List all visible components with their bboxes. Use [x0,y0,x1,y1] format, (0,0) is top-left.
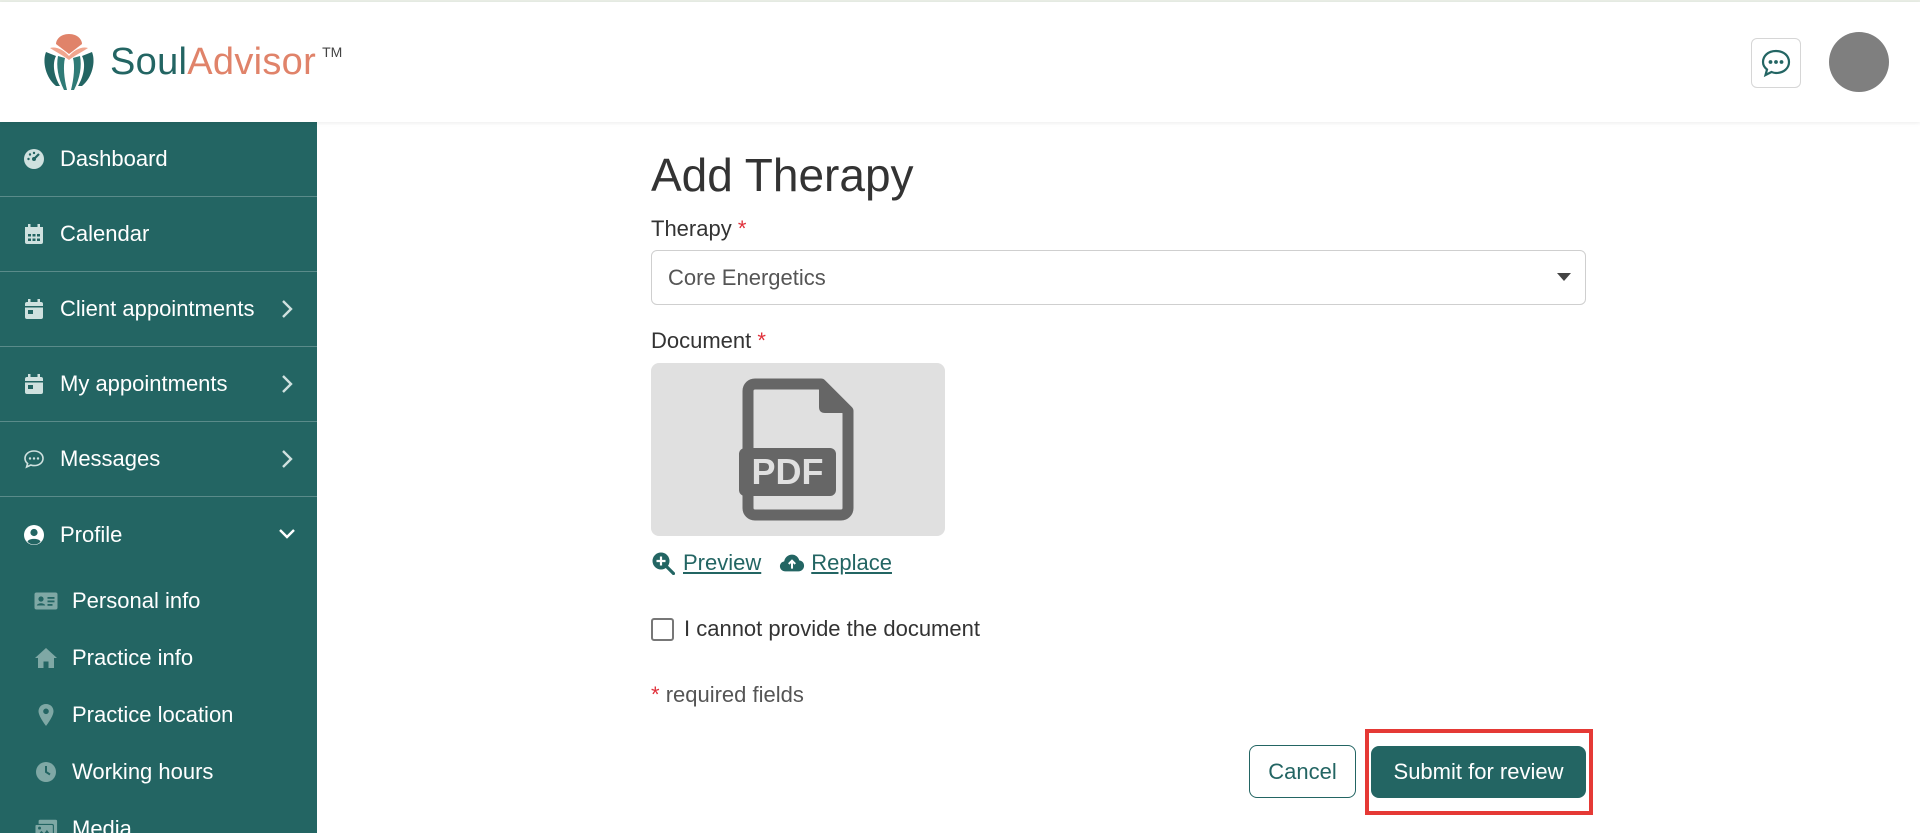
caret-down-icon [1557,273,1571,281]
images-icon [34,817,58,833]
sidebar-subitem-practice-info[interactable]: Practice info [0,629,317,686]
sidebar-subitem-label: Practice location [72,701,234,727]
sidebar-subitem-media[interactable]: Media [0,800,317,833]
sidebar-item-label: Profile [60,521,123,547]
chevron-right-icon [282,375,293,393]
chat-bubble-icon [1761,49,1791,78]
required-asterisk: * [651,682,660,707]
sidebar-subitem-personal-info[interactable]: Personal info [0,572,317,629]
zoom-in-icon [651,551,677,575]
sidebar-item-profile[interactable]: Profile [0,497,317,572]
required-asterisk: * [757,328,766,353]
sidebar-subitem-label: Working hours [72,758,214,784]
therapy-label-text: Therapy [651,216,732,241]
brand-name-part2: Advisor [187,41,317,83]
home-icon [34,646,58,670]
sidebar-item-label: Calendar [60,221,150,246]
sidebar-subitem-label: Personal info [72,587,201,613]
sidebar-item-client-appointments[interactable]: Client appointments [0,272,317,347]
clock-icon [34,760,58,784]
trademark: TM [322,44,343,60]
required-asterisk: * [737,216,747,241]
chat-icon [22,447,46,471]
calendar-day-icon [22,297,46,321]
chevron-down-icon [279,529,295,539]
sidebar-item-label: Client appointments [60,296,255,321]
pdf-file-icon: PDF [739,378,854,521]
sidebar-item-label: My appointments [60,371,228,396]
map-pin-icon [34,703,58,727]
avatar[interactable] [1829,32,1889,92]
sidebar-subitem-label: Practice info [72,644,194,670]
document-thumbnail[interactable]: PDF [651,363,945,536]
calendar-icon [22,222,46,246]
sidebar-subitem-label: Media [72,815,132,833]
no-document-checkbox[interactable] [651,617,674,641]
replace-link[interactable]: Replace [779,550,892,576]
therapy-label: Therapy * [651,216,746,242]
sidebar: Dashboard Calendar Client appointments M… [0,122,317,833]
required-fields-text: required fields [665,682,804,707]
brand-name-part1: Soul [110,41,188,83]
cloud-upload-icon [779,551,805,575]
dashboard-gauge-icon [22,147,46,171]
sidebar-item-my-appointments[interactable]: My appointments [0,347,317,422]
sidebar-item-messages[interactable]: Messages [0,422,317,497]
page-title: Add Therapy [651,149,914,201]
chevron-right-icon [282,300,293,318]
cancel-button[interactable]: Cancel [1249,745,1356,798]
id-card-icon [34,589,58,613]
sidebar-item-calendar[interactable]: Calendar [0,197,317,272]
calendar-day-icon [22,372,46,396]
document-actions: Preview Replace [651,550,910,576]
document-label: Document * [651,328,766,354]
pdf-badge-text: PDF [752,451,824,492]
preview-link[interactable]: Preview [651,550,761,576]
chevron-right-icon [282,450,293,468]
no-document-label: I cannot provide the document [684,616,980,641]
document-label-text: Document [651,328,752,353]
brand-logo[interactable]: SoulAdvisor TM [38,30,342,94]
chat-button[interactable] [1751,38,1801,88]
no-document-option[interactable]: I cannot provide the document [651,616,980,642]
required-fields-note: * required fields [651,682,804,708]
soul-advisor-logo-icon [44,34,94,90]
sidebar-item-dashboard[interactable]: Dashboard [0,122,317,197]
app-header: SoulAdvisor TM [0,2,1920,122]
brand-name: SoulAdvisor [110,43,316,81]
sidebar-subitem-working-hours[interactable]: Working hours [0,743,317,800]
sidebar-subitem-practice-location[interactable]: Practice location [0,686,317,743]
preview-link-label: Preview [683,550,762,575]
sidebar-item-label: Messages [60,446,161,471]
replace-link-label: Replace [811,550,892,575]
user-circle-icon [22,523,46,547]
therapy-select[interactable]: Core Energetics [651,250,1586,305]
submit-highlight-box [1365,729,1593,815]
sidebar-item-label: Dashboard [60,146,168,171]
therapy-select-value: Core Energetics [668,265,826,290]
